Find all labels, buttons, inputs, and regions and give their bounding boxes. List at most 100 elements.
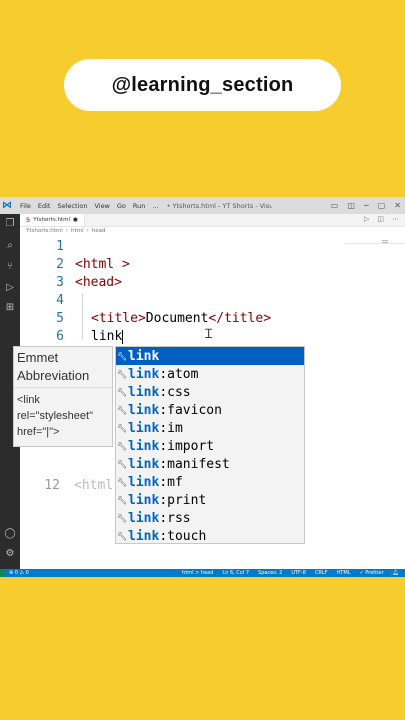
line-number: 1 <box>56 239 64 254</box>
snippet-wrench-icon: 🔧︎ <box>117 531 128 541</box>
snippet-wrench-icon: 🔧︎ <box>117 351 128 361</box>
suggestion-rest: :touch <box>159 528 207 544</box>
window-title: • Ytshorts.html - YT Shorts - Visual Stu… <box>166 201 272 210</box>
suggestion-item[interactable]: 🔧︎ link:im <box>116 419 304 437</box>
close-icon[interactable]: ✕ <box>394 201 401 210</box>
suggestion-match: link <box>128 402 160 418</box>
suggestion-item[interactable]: 🔧︎ link:css <box>116 383 304 401</box>
status-right: html > head Ln 6, Col 7 Spaces: 2 UTF-8 … <box>182 569 399 577</box>
status-cursor-position[interactable]: Ln 6, Col 7 <box>222 570 249 576</box>
suggestion-item[interactable]: 🔧︎ link:atom <box>116 365 304 383</box>
title-text: Document <box>145 311 209 326</box>
title-close-tag: </title> <box>208 311 272 326</box>
minimap-icon: ═ <box>382 237 389 248</box>
status-bar: ⊗ 0 ⚠ 0 html > head Ln 6, Col 7 Spaces: … <box>0 569 405 577</box>
status-prettier[interactable]: ✓ Prettier <box>359 570 383 576</box>
suggestion-match: link <box>128 420 160 436</box>
suggestion-item[interactable]: 🔧︎ link:favicon <box>116 401 304 419</box>
suggestion-match: link <box>128 474 160 490</box>
code-line: link <box>91 329 124 344</box>
run-icon[interactable]: ▷ <box>364 215 369 223</box>
explorer-icon[interactable]: ❐ <box>4 218 16 230</box>
suggestion-rest: :mf <box>159 474 183 490</box>
line-number: 12 <box>44 478 60 493</box>
suggestion-rest: :rss <box>159 510 191 526</box>
line-number: 4 <box>56 293 64 308</box>
suggestion-rest: :css <box>159 384 191 400</box>
search-icon[interactable]: ⌕ <box>4 240 16 252</box>
remote-indicator[interactable] <box>0 569 6 577</box>
vscode-window: ⋈ File Edit Selection View Go Run ... • … <box>0 197 405 577</box>
more-actions-icon[interactable]: ⋯ <box>392 215 399 223</box>
obscured-code: <html <box>74 478 114 493</box>
snippet-wrench-icon: 🔧︎ <box>117 441 128 451</box>
ibeam-cursor-icon: Ɪ <box>205 327 213 342</box>
suggestion-match: link <box>128 528 160 544</box>
channel-handle: @learning_section <box>111 73 294 96</box>
emmet-hint-snippet: <link rel="stylesheet" href="|"> <box>17 394 93 438</box>
suggestion-item[interactable]: 🔧︎ link:mf <box>116 473 304 491</box>
menu-run[interactable]: Run <box>133 202 145 210</box>
suggestion-item[interactable]: 🔧︎ link:print <box>116 491 304 509</box>
menu-go[interactable]: Go <box>117 202 126 210</box>
split-editor-icon[interactable]: ◫ <box>377 215 384 223</box>
status-indent[interactable]: Spaces: 2 <box>258 570 282 576</box>
suggestion-rest: :favicon <box>159 402 222 418</box>
layout-icon[interactable]: ▭ <box>331 201 339 210</box>
problems-count[interactable]: ⊗ 0 ⚠ 0 <box>9 570 29 576</box>
suggestion-match: link <box>128 510 160 526</box>
menu-file[interactable]: File <box>20 202 31 210</box>
vscode-logo-icon: ⋈ <box>2 200 12 211</box>
status-language[interactable]: HTML <box>337 570 351 576</box>
suggestion-match: link <box>128 492 160 508</box>
tab-ytshorts[interactable]: 5 Ytshorts.html ● <box>20 214 85 226</box>
line-number: 2 <box>56 257 64 272</box>
status-encoding[interactable]: UTF-8 <box>291 570 306 576</box>
suggestion-rest: :import <box>159 438 215 454</box>
suggestion-item[interactable]: 🔧︎ link:rss <box>116 509 304 527</box>
menu-more[interactable]: ... <box>152 202 158 210</box>
bell-icon[interactable]: 🔔︎ <box>393 570 399 576</box>
settings-gear-icon[interactable]: ⚙ <box>4 548 16 560</box>
suggestion-item[interactable]: 🔧︎ link:touch <box>116 527 304 545</box>
suggestion-match: link <box>128 366 160 382</box>
suggestion-match: link <box>128 438 160 454</box>
current-line-border <box>345 243 405 244</box>
editor-tabs: 5 Ytshorts.html ● ▷ ◫ ⋯ <box>20 214 405 227</box>
maximize-icon[interactable]: ▢ <box>378 201 386 210</box>
run-debug-icon[interactable]: ▷ <box>4 282 16 294</box>
status-eol[interactable]: CRLF <box>315 570 328 576</box>
menu-view[interactable]: View <box>94 202 109 210</box>
suggestion-item[interactable]: 🔧︎ link:manifest <box>116 455 304 473</box>
menu-edit[interactable]: Edit <box>38 202 51 210</box>
suggestion-rest: :atom <box>159 366 199 382</box>
suggestion-item[interactable]: 🔧︎ link:import <box>116 437 304 455</box>
emmet-hint-panel: Emmet Abbreviation <link rel="stylesheet… <box>13 346 113 447</box>
split-icon[interactable]: ◫ <box>347 201 355 210</box>
snippet-wrench-icon: 🔧︎ <box>117 513 128 523</box>
title-bar: ⋈ File Edit Selection View Go Run ... • … <box>0 197 405 214</box>
account-icon[interactable]: ◯ <box>4 528 16 540</box>
tab-actions: ▷ ◫ ⋯ <box>364 215 399 223</box>
line-number: 3 <box>56 275 64 290</box>
minimize-icon[interactable]: ─ <box>364 201 369 210</box>
status-breadcrumb[interactable]: html > head <box>182 570 213 576</box>
code-line: <title>Document</title> <box>91 311 271 326</box>
extensions-icon[interactable]: ⊞ <box>4 302 16 314</box>
source-control-icon[interactable]: ⑂ <box>4 261 16 273</box>
html-file-icon: 5 <box>26 216 31 224</box>
tab-label: Ytshorts.html <box>33 217 70 223</box>
typed-text: link <box>91 329 123 344</box>
indent-guide <box>82 294 83 339</box>
line-number: 5 <box>56 311 64 326</box>
unsaved-dot-icon[interactable]: ● <box>73 217 78 223</box>
text-cursor <box>122 329 124 344</box>
snippet-wrench-icon: 🔧︎ <box>117 387 128 397</box>
suggestion-item[interactable]: 🔧︎ link <box>116 347 304 365</box>
menu-selection[interactable]: Selection <box>57 202 87 210</box>
suggestion-match: link <box>128 384 160 400</box>
snippet-wrench-icon: 🔧︎ <box>117 369 128 379</box>
suggestion-list[interactable]: 🔧︎ link 🔧︎ link:atom 🔧︎ link:css 🔧︎ link:favico… <box>115 346 305 544</box>
window-controls: ▭ ◫ ─ ▢ ✕ <box>331 197 401 214</box>
suggestion-match: link <box>128 456 160 472</box>
